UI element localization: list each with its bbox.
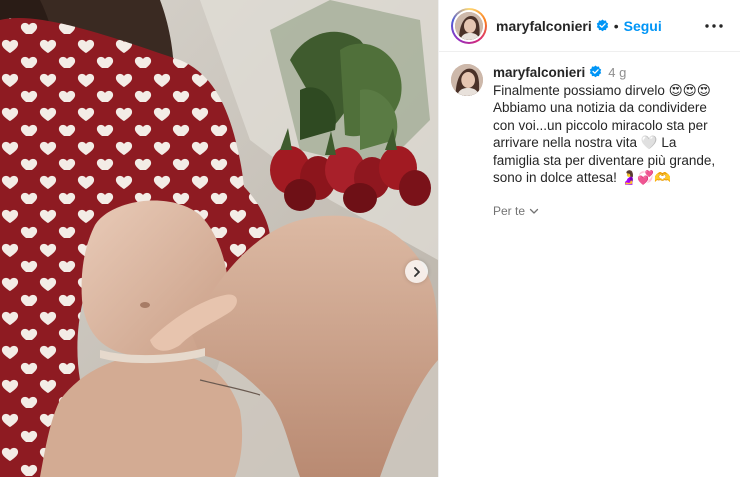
post-side-panel: maryfalconieri • Segui maryfalconieri 4 …: [438, 0, 740, 477]
caption-line-2: Abbiamo una notizia da condividere con v…: [493, 100, 719, 185]
follow-button[interactable]: Segui: [624, 18, 662, 34]
caption-avatar[interactable]: [451, 64, 483, 96]
post-photo: [0, 0, 438, 477]
chevron-right-icon: [413, 266, 420, 277]
avatar[interactable]: [455, 11, 483, 40]
caption-body: maryfalconieri 4 g Finalmente possiamo d…: [493, 64, 726, 220]
more-horizontal-icon: [705, 23, 723, 28]
post-time[interactable]: 4 g: [608, 65, 626, 80]
instagram-post: maryfalconieri • Segui maryfalconieri 4 …: [0, 0, 740, 477]
verified-badge-icon: [590, 65, 602, 78]
author-username[interactable]: maryfalconieri: [496, 18, 592, 34]
post-header: maryfalconieri • Segui: [439, 0, 740, 52]
next-media-button[interactable]: [405, 260, 428, 283]
post-media[interactable]: [0, 0, 438, 477]
post-caption: maryfalconieri 4 g Finalmente possiamo d…: [439, 52, 740, 220]
chevron-down-icon: [529, 209, 539, 214]
translate-label: Per te: [493, 203, 526, 218]
story-ring[interactable]: [451, 7, 487, 44]
more-options-button[interactable]: [702, 14, 726, 38]
header-separator: •: [613, 17, 619, 34]
roses: [270, 0, 431, 213]
caption-meta: maryfalconieri 4 g: [493, 64, 726, 82]
caption-line-1: Finalmente possiamo dirvelo 😍😍😍: [493, 82, 711, 98]
caption-username[interactable]: maryfalconieri: [493, 65, 585, 80]
see-translation-button[interactable]: Per te: [493, 203, 726, 221]
verified-badge-icon: [596, 19, 608, 32]
